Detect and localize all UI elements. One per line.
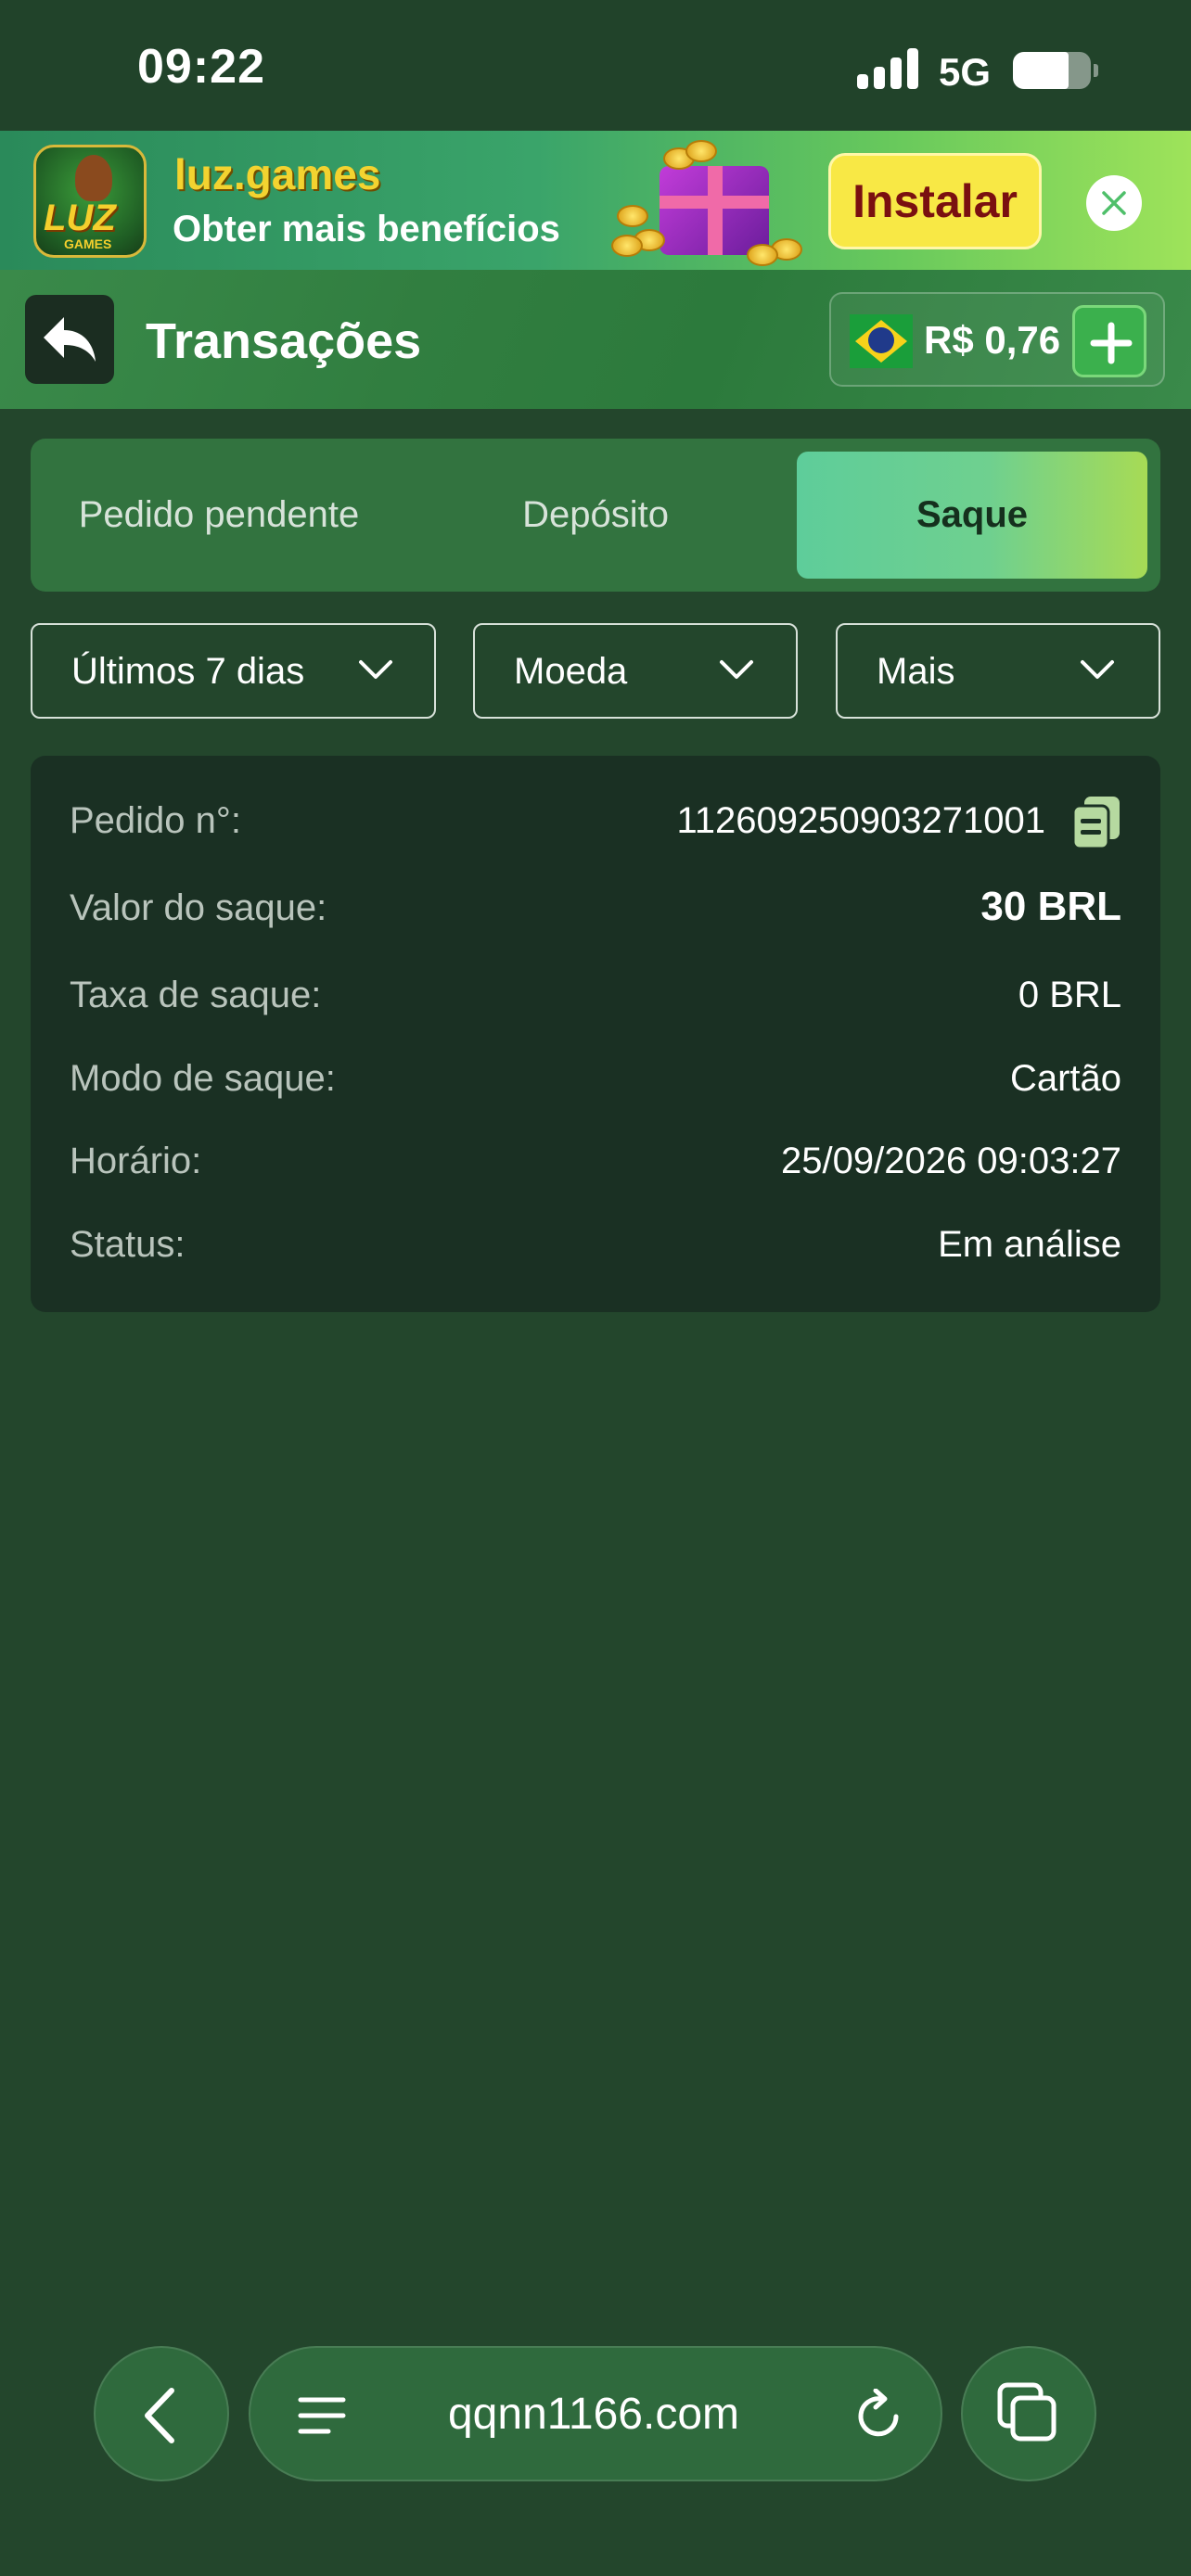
transaction-tabs: Pedido pendente Depósito Saque xyxy=(31,439,1160,592)
plus-icon xyxy=(1090,322,1133,364)
brazil-flag-icon xyxy=(850,314,913,368)
fee-label: Taxa de saque: xyxy=(70,975,322,1015)
app-logo: LUZ GAMES xyxy=(33,145,147,258)
tab-pending[interactable]: Pedido pendente xyxy=(44,452,394,579)
amount-value: 30 BRL xyxy=(980,884,1121,929)
mode-value: Cartão xyxy=(1009,1058,1121,1099)
close-banner-button[interactable] xyxy=(1086,175,1142,231)
transaction-card: Pedido n°: 112609250903271001 Valor do s… xyxy=(31,756,1160,1312)
order-number-label: Pedido n°: xyxy=(70,800,242,841)
order-number-row: Pedido n°: 112609250903271001 xyxy=(70,795,1121,850)
network-type: 5G xyxy=(939,50,992,94)
amount-label: Valor do saque: xyxy=(70,887,327,928)
chevron-down-icon xyxy=(1081,660,1114,679)
signal-icon xyxy=(857,48,920,89)
gift-illustration xyxy=(608,140,812,266)
balance-widget: R$ 0,76 xyxy=(829,292,1165,387)
chevron-left-icon xyxy=(145,2388,174,2443)
currency-filter[interactable]: Moeda xyxy=(473,623,798,719)
period-filter[interactable]: Últimos 7 dias xyxy=(31,623,436,719)
amount-row: Valor do saque: 30 BRL xyxy=(70,882,1121,937)
url-text: qqnn1166.com xyxy=(447,2390,739,2439)
status-row: Status: Em análise xyxy=(70,1218,1121,1274)
chevron-down-icon xyxy=(359,660,392,679)
order-number-value: 112609250903271001 xyxy=(676,800,1045,841)
status-bar: 09:22 5G xyxy=(0,0,1191,131)
back-arrow-icon xyxy=(44,317,96,362)
reload-icon[interactable] xyxy=(853,2389,905,2442)
install-banner: LUZ GAMES luz.games Obter mais benefício… xyxy=(0,131,1191,270)
tabs-icon xyxy=(997,2382,1057,2442)
page-title: Transações xyxy=(146,313,422,369)
back-button[interactable] xyxy=(25,295,114,384)
add-funds-button[interactable] xyxy=(1072,305,1146,377)
address-bar[interactable]: qqnn1166.com xyxy=(249,2346,942,2481)
banner-app-name: luz.games xyxy=(174,150,381,198)
close-icon xyxy=(1102,191,1126,215)
mode-row: Modo de saque: Cartão xyxy=(70,1052,1121,1108)
status-time: 09:22 xyxy=(137,40,265,94)
fee-value: 0 BRL xyxy=(1018,975,1121,1015)
fee-row: Taxa de saque: 0 BRL xyxy=(70,969,1121,1025)
menu-icon[interactable] xyxy=(297,2392,347,2439)
currency-filter-label: Moeda xyxy=(514,651,628,692)
tabs-button[interactable] xyxy=(961,2346,1096,2481)
mode-label: Modo de saque: xyxy=(70,1058,336,1099)
install-button[interactable]: Instalar xyxy=(828,153,1042,249)
time-row: Horário: 25/09/2026 09:03:27 xyxy=(70,1135,1121,1191)
time-value: 25/09/2026 09:03:27 xyxy=(780,1141,1121,1181)
tab-deposit[interactable]: Depósito xyxy=(420,452,771,579)
time-label: Horário: xyxy=(70,1141,202,1181)
banner-subtitle: Obter mais benefícios xyxy=(173,209,560,249)
period-filter-label: Últimos 7 dias xyxy=(71,651,305,692)
status-value: Em análise xyxy=(938,1224,1121,1265)
page-header: Transações R$ 0,76 xyxy=(0,270,1191,409)
status-label: Status: xyxy=(70,1224,186,1265)
chevron-down-icon xyxy=(720,660,753,679)
battery-icon xyxy=(1013,52,1098,89)
browser-back-button[interactable] xyxy=(94,2346,229,2481)
balance-amount: R$ 0,76 xyxy=(924,318,1061,362)
copy-icon[interactable] xyxy=(1071,795,1121,850)
more-filter[interactable]: Mais xyxy=(836,623,1160,719)
tab-withdrawal[interactable]: Saque xyxy=(797,452,1147,579)
more-filter-label: Mais xyxy=(877,651,955,692)
